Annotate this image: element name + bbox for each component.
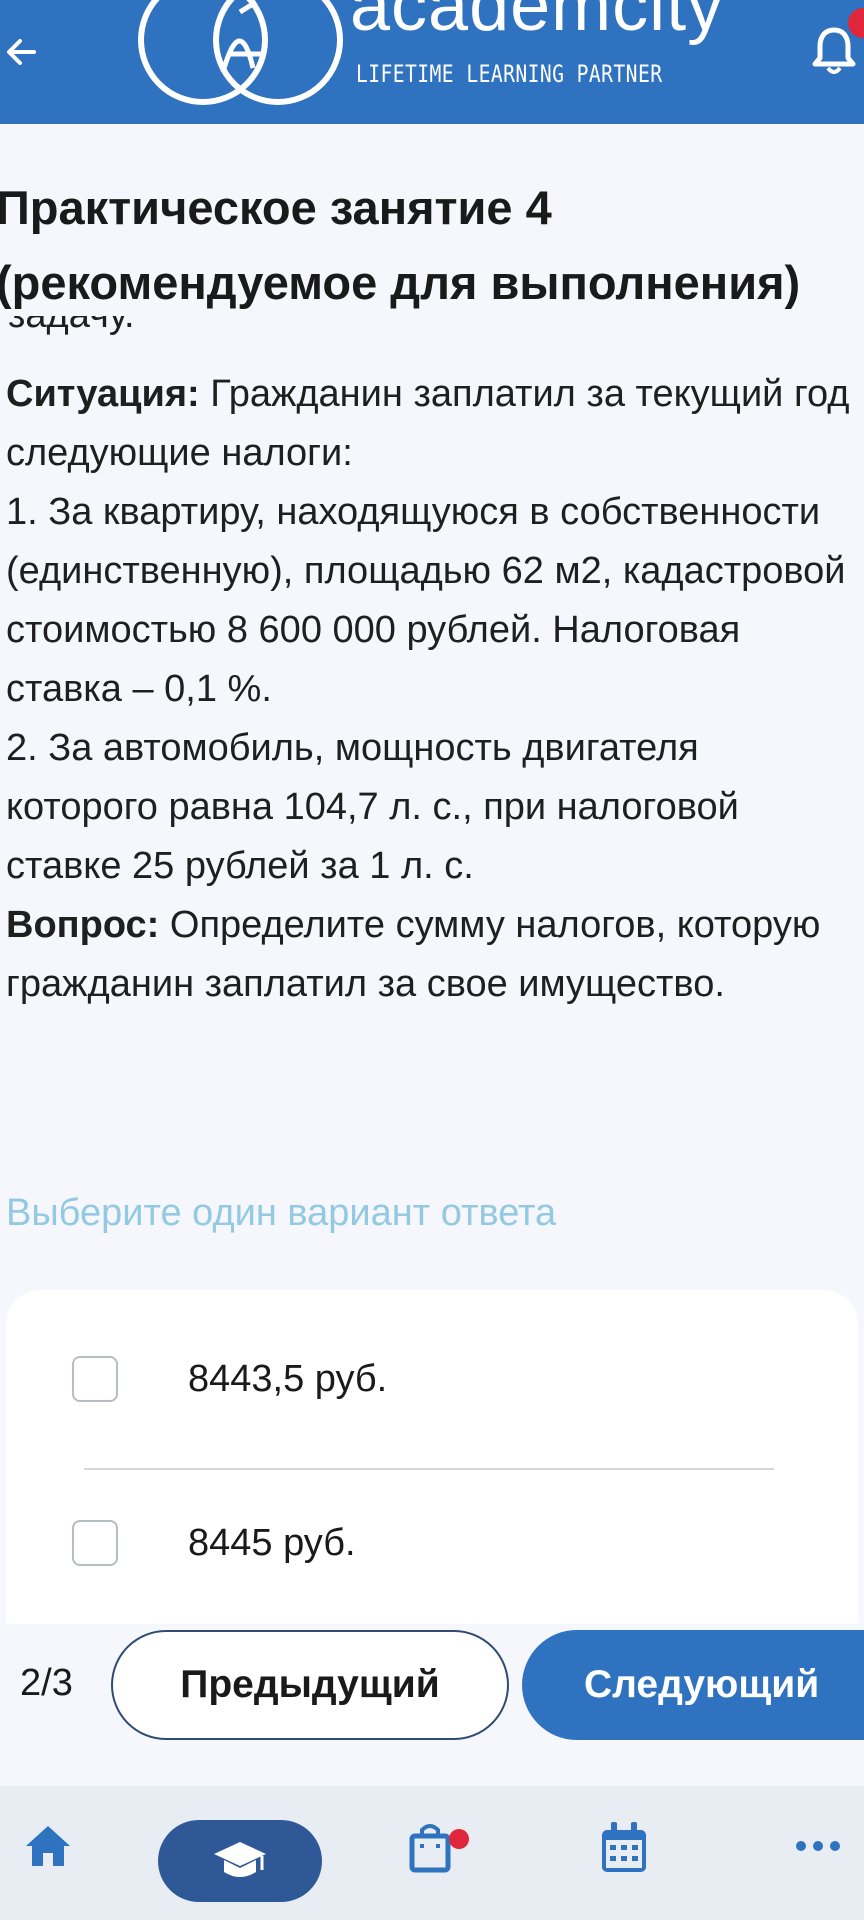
- question-paragraph: Вопрос: Определите сумму налогов, котору…: [6, 896, 856, 1014]
- clipped-text-content: задачу.: [8, 316, 135, 345]
- academcity-logo-icon: [138, 0, 343, 105]
- options-divider: [84, 1468, 774, 1470]
- more-icon: [796, 1841, 840, 1851]
- previous-button[interactable]: Предыдущий: [111, 1630, 509, 1740]
- item-1: 1. За квартиру, находящуюся в собственно…: [6, 491, 846, 710]
- answer-option-1-label: 8443,5 руб.: [188, 1357, 388, 1400]
- answer-option-1[interactable]: 8443,5 руб.: [6, 1324, 858, 1434]
- tab-shop[interactable]: [406, 1820, 454, 1881]
- situation-label: Ситуация:: [6, 373, 200, 415]
- situation-paragraph: Ситуация: Гражданин заплатил за текущий …: [6, 365, 856, 483]
- answer-hint: Выберите один вариант ответа: [6, 1192, 557, 1234]
- arrow-left-icon: [7, 39, 36, 65]
- page-title-line1: Практическое занятие 4: [0, 181, 552, 234]
- answer-option-2[interactable]: 8445 руб.: [6, 1488, 858, 1598]
- question-label: Вопрос:: [6, 904, 160, 946]
- checkbox-2[interactable]: [72, 1520, 118, 1566]
- graduation-cap-icon: [214, 1842, 266, 1877]
- tab-calendar[interactable]: [598, 1820, 650, 1881]
- tab-courses[interactable]: [158, 1820, 322, 1902]
- home-icon: [26, 1826, 70, 1866]
- page-title: Практическое занятие 4 (рекомендуемое дл…: [0, 170, 856, 320]
- page-title-line2: (рекомендуемое для выполнения): [0, 256, 801, 309]
- next-button[interactable]: Следующий: [522, 1630, 864, 1740]
- question-text: Ситуация: Гражданин заплатил за текущий …: [6, 365, 856, 1014]
- tab-home[interactable]: [22, 1820, 74, 1877]
- app-header: academcity LIFETIME LEARNING PARTNER: [0, 0, 864, 124]
- brand-tagline: LIFETIME LEARNING PARTNER: [356, 60, 663, 88]
- back-button[interactable]: [0, 22, 44, 82]
- checkbox-1[interactable]: [72, 1356, 118, 1402]
- brand-name: academcity: [350, 0, 725, 46]
- calendar-icon: [602, 1822, 646, 1872]
- clipped-text: задачу.: [8, 316, 308, 356]
- item-2: 2. За автомобиль, мощность двигателя кот…: [6, 727, 739, 887]
- question-counter: 2/3: [20, 1662, 73, 1704]
- bell-icon: [812, 27, 856, 74]
- answer-option-2-label: 8445 руб.: [188, 1521, 356, 1564]
- shopping-bag-icon: [409, 1824, 451, 1873]
- shop-badge: [449, 1829, 469, 1849]
- tab-more[interactable]: [794, 1838, 842, 1859]
